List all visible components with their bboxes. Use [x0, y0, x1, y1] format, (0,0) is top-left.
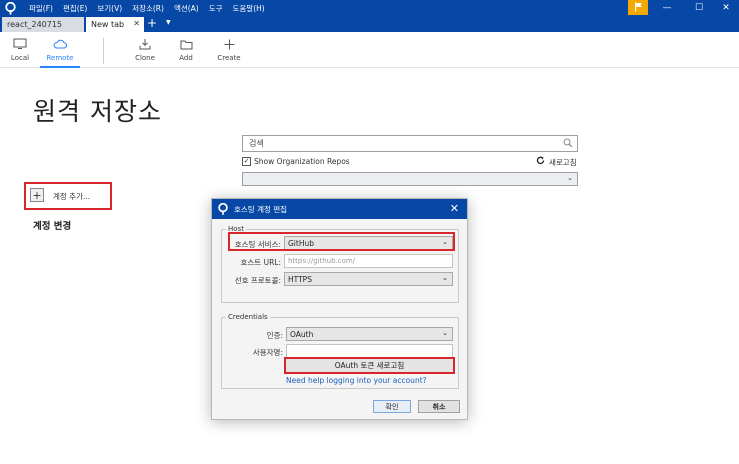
tab-label: New tab [91, 20, 125, 29]
refresh-button[interactable]: 새로고침 [536, 156, 577, 168]
local-button[interactable]: Local [0, 36, 40, 66]
flag-icon [634, 2, 643, 14]
oauth-token-refresh-button[interactable]: OAuth 토큰 새로고침 [284, 357, 455, 374]
ok-button[interactable]: 확인 [373, 400, 411, 413]
create-label: Create [217, 54, 241, 62]
protocol-select[interactable]: HTTPS ⌄ [284, 272, 453, 286]
sourcetree-logo-icon [2, 0, 18, 16]
menu-edit[interactable]: 편집(E) [58, 3, 92, 14]
host-url-placeholder: https://github.com/ [288, 257, 356, 265]
refresh-label: 새로고침 [549, 157, 577, 167]
add-button[interactable]: Add [166, 36, 206, 66]
download-icon [139, 36, 151, 52]
search-input[interactable] [243, 136, 553, 151]
show-org-repos-checkbox[interactable]: ✓ [242, 157, 251, 166]
tab-label: react_240715 [7, 20, 63, 29]
menu-help[interactable]: 도움말(H) [228, 3, 270, 14]
remote-button[interactable]: Remote [40, 36, 80, 66]
tab-react-repo[interactable]: react_240715 [2, 17, 84, 32]
add-account-label: 계정 추가... [53, 192, 91, 201]
chevron-down-icon: ⌄ [442, 329, 448, 337]
auth-value: OAuth [290, 329, 314, 339]
active-tool-indicator [40, 66, 80, 68]
dialog-title-bar: 호스팅 계정 편집 ✕ [212, 199, 467, 219]
clone-label: Clone [135, 54, 155, 62]
monitor-icon [13, 36, 27, 52]
search-box[interactable] [242, 135, 578, 152]
add-label: Add [179, 54, 193, 62]
menu-repository[interactable]: 저장소(R) [127, 3, 169, 14]
credentials-legend: Credentials [228, 313, 268, 321]
menu-view[interactable]: 보기(V) [92, 3, 127, 14]
menu-bar: 파일(F) 편집(E) 보기(V) 저장소(R) 액션(A) 도구 도움말(H) [24, 3, 270, 14]
local-label: Local [10, 54, 30, 62]
host-url-label: 호스트 URL: [240, 258, 282, 267]
tab-list-chevron-icon[interactable]: ▼ [166, 19, 171, 26]
tab-close-icon[interactable]: ✕ [133, 19, 140, 28]
chevron-down-icon: ⌄ [567, 174, 573, 182]
tab-new-tab[interactable]: New tab ✕ [86, 17, 144, 32]
menu-tools[interactable]: 도구 [204, 3, 228, 14]
refresh-icon [536, 156, 545, 168]
protocol-label: 선호 프로토콜: [234, 276, 281, 285]
menu-actions[interactable]: 액션(A) [169, 3, 204, 14]
chevron-down-icon: ⌄ [442, 274, 448, 282]
sourcetree-logo-icon [218, 203, 228, 215]
add-account-plus-icon: + [30, 188, 44, 202]
hosting-service-highlight [228, 232, 455, 251]
folder-icon [180, 36, 193, 52]
create-button[interactable]: Create [209, 36, 249, 66]
auth-label: 인증: [266, 331, 283, 340]
show-org-repos-row[interactable]: ✓ Show Organization Repos [242, 157, 350, 166]
tab-bar: react_240715 New tab ✕ + ▼ [0, 16, 739, 32]
search-icon[interactable] [563, 138, 573, 150]
dialog-title: 호스팅 계정 편집 [234, 204, 288, 214]
remote-label: Remote [46, 54, 74, 62]
username-input[interactable] [286, 344, 453, 358]
login-help-link[interactable]: Need help logging into your account? [286, 376, 427, 385]
toolbar: Local Remote Clone Add Create [0, 32, 739, 68]
show-org-repos-label: Show Organization Repos [254, 157, 350, 166]
host-url-input[interactable]: https://github.com/ [284, 254, 453, 268]
account-repo-select[interactable]: ⌄ [242, 172, 578, 186]
cancel-button[interactable]: 취소 [418, 400, 460, 413]
change-account-heading: 계정 변경 [33, 221, 72, 232]
maximize-button[interactable]: ☐ [684, 0, 714, 16]
menu-file[interactable]: 파일(F) [24, 3, 58, 14]
plus-icon [224, 36, 235, 52]
title-bar: 파일(F) 편집(E) 보기(V) 저장소(R) 액션(A) 도구 도움말(H)… [0, 0, 739, 16]
cloud-icon [53, 36, 67, 52]
dialog-close-icon[interactable]: ✕ [450, 202, 459, 215]
close-window-button[interactable]: ✕ [711, 0, 739, 16]
add-account-button[interactable]: + 계정 추가... [24, 182, 112, 210]
toolbar-divider [103, 38, 104, 64]
notification-flag-button[interactable] [628, 0, 648, 15]
auth-select[interactable]: OAuth ⌄ [286, 327, 453, 341]
new-tab-plus-icon[interactable]: + [147, 16, 157, 30]
page-title: 원격 저장소 [33, 97, 162, 126]
username-label: 사용자명: [252, 348, 283, 357]
minimize-button[interactable]: — [652, 0, 682, 16]
clone-button[interactable]: Clone [125, 36, 165, 66]
protocol-value: HTTPS [288, 274, 312, 284]
